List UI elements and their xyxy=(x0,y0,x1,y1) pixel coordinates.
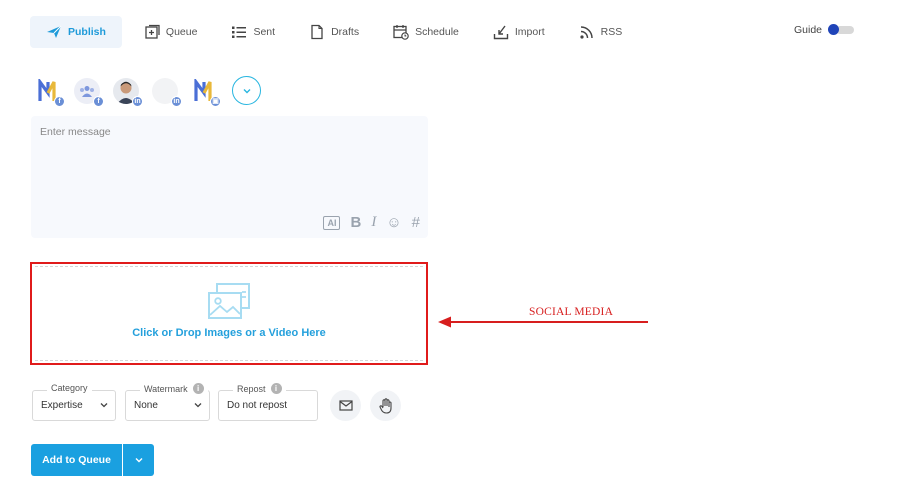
account-avatar[interactable]: in xyxy=(113,77,143,107)
category-select[interactable]: Category Expertise xyxy=(32,383,116,421)
guide-label: Guide xyxy=(794,24,823,36)
tab-publish[interactable]: Publish xyxy=(30,16,122,48)
tab-import[interactable]: Import xyxy=(481,16,557,48)
account-selector: f f in in ▣ xyxy=(35,76,261,107)
rss-icon xyxy=(580,26,593,39)
watermark-value: None xyxy=(134,400,158,411)
send-icon xyxy=(47,25,62,38)
tab-drafts-label: Drafts xyxy=(331,26,360,38)
account-avatar[interactable]: f xyxy=(74,77,104,107)
account-avatar[interactable]: in xyxy=(152,77,182,107)
chevron-down-icon xyxy=(243,88,250,93)
tab-publish-label: Publish xyxy=(68,26,106,38)
chevron-down-icon xyxy=(100,403,108,408)
media-upload-dropzone[interactable]: Click or Drop Images or a Video Here xyxy=(35,266,423,361)
tab-drafts[interactable]: Drafts xyxy=(297,16,371,48)
add-to-queue-button[interactable]: Add to Queue xyxy=(31,444,123,476)
tab-queue[interactable]: Queue xyxy=(132,16,210,48)
expand-accounts-button[interactable] xyxy=(232,76,261,105)
repost-value: Do not repost xyxy=(227,400,288,411)
list-icon xyxy=(232,26,247,38)
tab-sent-label: Sent xyxy=(253,26,276,38)
info-icon[interactable]: i xyxy=(270,383,282,394)
tab-schedule[interactable]: Schedule xyxy=(381,16,471,48)
italic-icon[interactable]: I xyxy=(371,214,376,231)
dropzone-label: Click or Drop Images or a Video Here xyxy=(132,327,326,339)
hashtag-icon[interactable]: # xyxy=(412,214,420,231)
add-options-dropdown[interactable] xyxy=(123,444,154,476)
repost-select[interactable]: Repost i Do not repost xyxy=(218,383,318,421)
import-icon xyxy=(493,25,509,40)
category-legend-label: Category xyxy=(51,383,88,393)
calendar-icon xyxy=(393,25,409,40)
tab-schedule-label: Schedule xyxy=(415,26,459,38)
manual-approval-button[interactable] xyxy=(370,390,401,421)
envelope-icon xyxy=(338,400,353,411)
queue-icon xyxy=(145,24,160,39)
repost-legend: Repost i xyxy=(233,383,286,394)
tab-rss-label: RSS xyxy=(600,26,623,38)
tab-sent[interactable]: Sent xyxy=(219,16,287,48)
add-to-queue-split-button: Add to Queue xyxy=(31,444,154,476)
hand-icon xyxy=(378,397,392,414)
info-icon[interactable]: i xyxy=(192,383,204,394)
network-badge: in xyxy=(132,95,143,107)
image-upload-icon xyxy=(208,283,250,319)
watermark-legend-label: Watermark xyxy=(144,383,188,394)
account-avatar[interactable]: f xyxy=(35,78,65,107)
watermark-legend: Watermark i xyxy=(140,383,208,394)
category-value: Expertise xyxy=(41,400,83,411)
guide-control: Guide xyxy=(794,24,855,36)
ai-assist-icon[interactable]: AI xyxy=(323,215,341,230)
tab-queue-label: Queue xyxy=(165,26,198,38)
bold-icon[interactable]: B xyxy=(350,214,361,231)
repost-legend-label: Repost xyxy=(237,383,266,394)
email-button[interactable] xyxy=(330,390,361,421)
top-nav: Publish Queue Sent Drafts Schedule Impor… xyxy=(30,16,644,48)
message-composer: AI B I ☺ # xyxy=(31,116,428,238)
guide-toggle[interactable] xyxy=(828,24,855,36)
tab-import-label: Import xyxy=(514,26,545,38)
category-legend: Category xyxy=(47,383,92,393)
network-badge: f xyxy=(54,95,65,107)
chevron-down-icon xyxy=(194,403,202,408)
chevron-down-icon xyxy=(135,458,142,463)
network-badge: f xyxy=(93,95,104,107)
network-badge: ▣ xyxy=(210,95,221,107)
tab-rss[interactable]: RSS xyxy=(567,16,635,48)
draft-icon xyxy=(311,24,323,40)
emoji-icon[interactable]: ☺ xyxy=(386,214,401,231)
annotation-label: SOCIAL MEDIA xyxy=(529,306,614,318)
watermark-select[interactable]: Watermark i None xyxy=(125,383,210,421)
composer-toolbar: AI B I ☺ # xyxy=(313,214,420,231)
account-avatar[interactable]: ▣ xyxy=(191,78,221,107)
network-badge: in xyxy=(171,95,182,107)
message-input[interactable] xyxy=(31,116,428,206)
toggle-knob xyxy=(828,24,840,35)
